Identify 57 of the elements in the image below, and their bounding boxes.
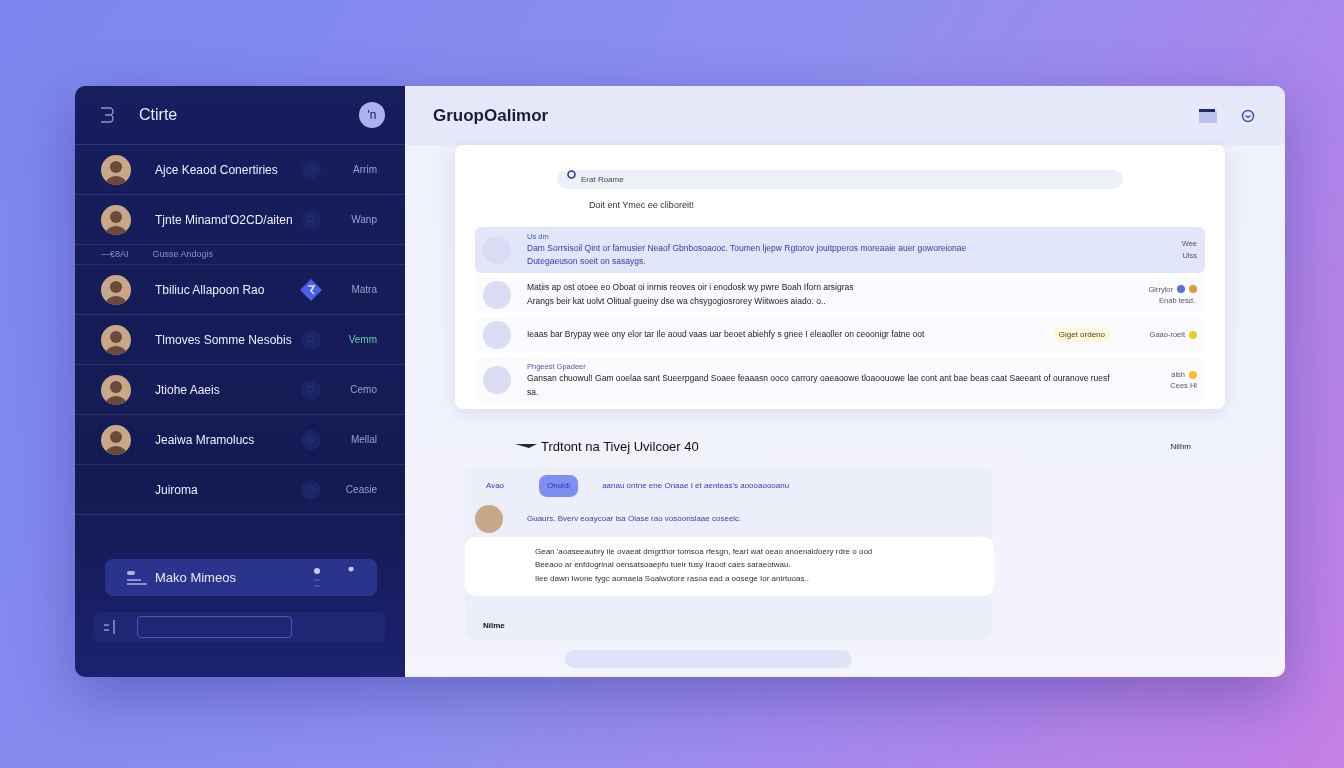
sidebar-title: Ctirte <box>139 105 179 125</box>
contact-item[interactable]: Tbiliuc Allapoon Rao Matra <box>75 265 405 315</box>
status-text: Cemo <box>349 383 377 397</box>
section-prefix: —€8AI <box>101 247 129 261</box>
user-name: Mako Mimeos <box>155 568 237 587</box>
contact-item[interactable]: Ajce Keaod Conertiries Arrim <box>75 145 405 195</box>
clock-icon[interactable] <box>1241 108 1255 123</box>
avatar <box>483 320 511 349</box>
message-text: Ilee dawn Iwone fygc aomaeia Soalwotore rasoa ead a oosege Ior anirtuoas.. <box>535 573 810 586</box>
contact-name: Juiroma <box>155 481 199 499</box>
folder-icon[interactable] <box>1199 108 1217 123</box>
contact-item[interactable]: Tjnte Minamd'O2CD/aiten Wanp <box>75 195 405 245</box>
contact-name: Jeaiwa Mramolucs <box>155 431 256 449</box>
message-text: Arangs beir kat uolvt Olitual gueiny dse wa chsygogiosrorey Wiitwoes aiado. o.. <box>527 294 827 308</box>
status-text: Mellal <box>349 433 377 447</box>
contact-item[interactable]: Juiroma Ceasie <box>75 465 405 515</box>
avatar <box>483 366 511 395</box>
contact-item[interactable]: Jeaiwa Mramolucs Mellal <box>75 415 405 465</box>
user-panel[interactable]: Mako Mimeos <box>105 559 377 596</box>
author-name: Avao <box>484 479 506 492</box>
message-text: Ieaas bar Brypay wee ony elor tar Ile aoud vaas uar beoet abiehfy s gnee I eleaoller on ceoonigr fatne oot <box>527 328 926 342</box>
status-text: Wanp <box>350 213 377 227</box>
tag-chip: Giget ordeno <box>1052 327 1111 342</box>
menu-icon[interactable] <box>99 106 115 124</box>
message-text: aanau ontne ene Onaae I et aenteas's aoooaoooanu <box>602 479 790 492</box>
contact-name: Tjnte Minamd'O2CD/aiten <box>155 211 294 229</box>
footer-label: Nilme <box>483 619 506 632</box>
message-text: Dutegaeuson soeit on sasaygs. <box>527 255 647 269</box>
search-icon <box>567 170 576 179</box>
message-text: Gean 'aoaseeaubry ile ovaeat dmgrthor tomsoa rfesgn, fearl wat oeao anoenaldoery rdre o ood <box>535 545 873 558</box>
status-text: Arrim <box>352 163 377 177</box>
thread-title: Trdtont na Tivej Uvilcoer 40 <box>541 438 700 457</box>
status-text: Matra <box>350 283 377 297</box>
status-text: Vemm <box>347 333 377 347</box>
account-avatar[interactable]: 'n <box>359 102 385 128</box>
message-text: Matiis ap ost otoee eo Oboat oi inrnis reoves oir i enodosk wy pwre Boah Iforn arsigras <box>527 281 855 295</box>
avatar <box>483 280 511 309</box>
contact-name: Ajce Keaod Conertiries <box>155 161 279 179</box>
avatar <box>475 504 503 533</box>
contact-item[interactable]: Jtiohe Aaeis Cemo <box>75 365 405 415</box>
contact-name: Tbiliuc Allapoon Rao <box>155 281 266 299</box>
message-input[interactable] <box>137 616 292 638</box>
message-text: Beeaoo ar enfdogrinal oensatsoaepfu tueir tusy Iraoot caes saraeotwau. <box>535 559 792 572</box>
chat-title: GruopOalimor <box>433 104 550 127</box>
notice-text: Doit ent Ymec ee cliboreit! <box>589 199 695 212</box>
contact-name: Jtiohe Aaeis <box>155 381 221 399</box>
message-text: Dam Sorrsisoil Qint or famusier Neaof Gbnbosoaooc. Toumen ljepw Rgtorov jouitpperos moreaaie auer goworeionae <box>527 241 968 255</box>
contact-item[interactable]: Tlmoves Somme Nesobis Vemm <box>75 315 405 365</box>
section-label: Gusse Andogis <box>152 247 214 261</box>
message-text: Gansan chuowul! Gam ooelaa sant Sueerpgand Soaee feaaasn ooco carrory oaeaoowe tloaoouowe lae cont ant bae beas caat Saeeant of ouranove ruesf sa. <box>527 372 1111 399</box>
status-text: Ceasie <box>344 483 377 497</box>
side-label: Nilhm <box>1170 441 1191 454</box>
contact-name: Tlmoves Somme Nesobis <box>155 331 293 349</box>
message-text: Guaurs. Bverv eoaycoar isa Oiase rao vosoonsiaae coseeic. <box>527 512 742 525</box>
lines-icon <box>103 617 117 637</box>
search-field[interactable]: Erat Roame <box>557 170 1123 189</box>
lines-icon <box>125 569 147 586</box>
